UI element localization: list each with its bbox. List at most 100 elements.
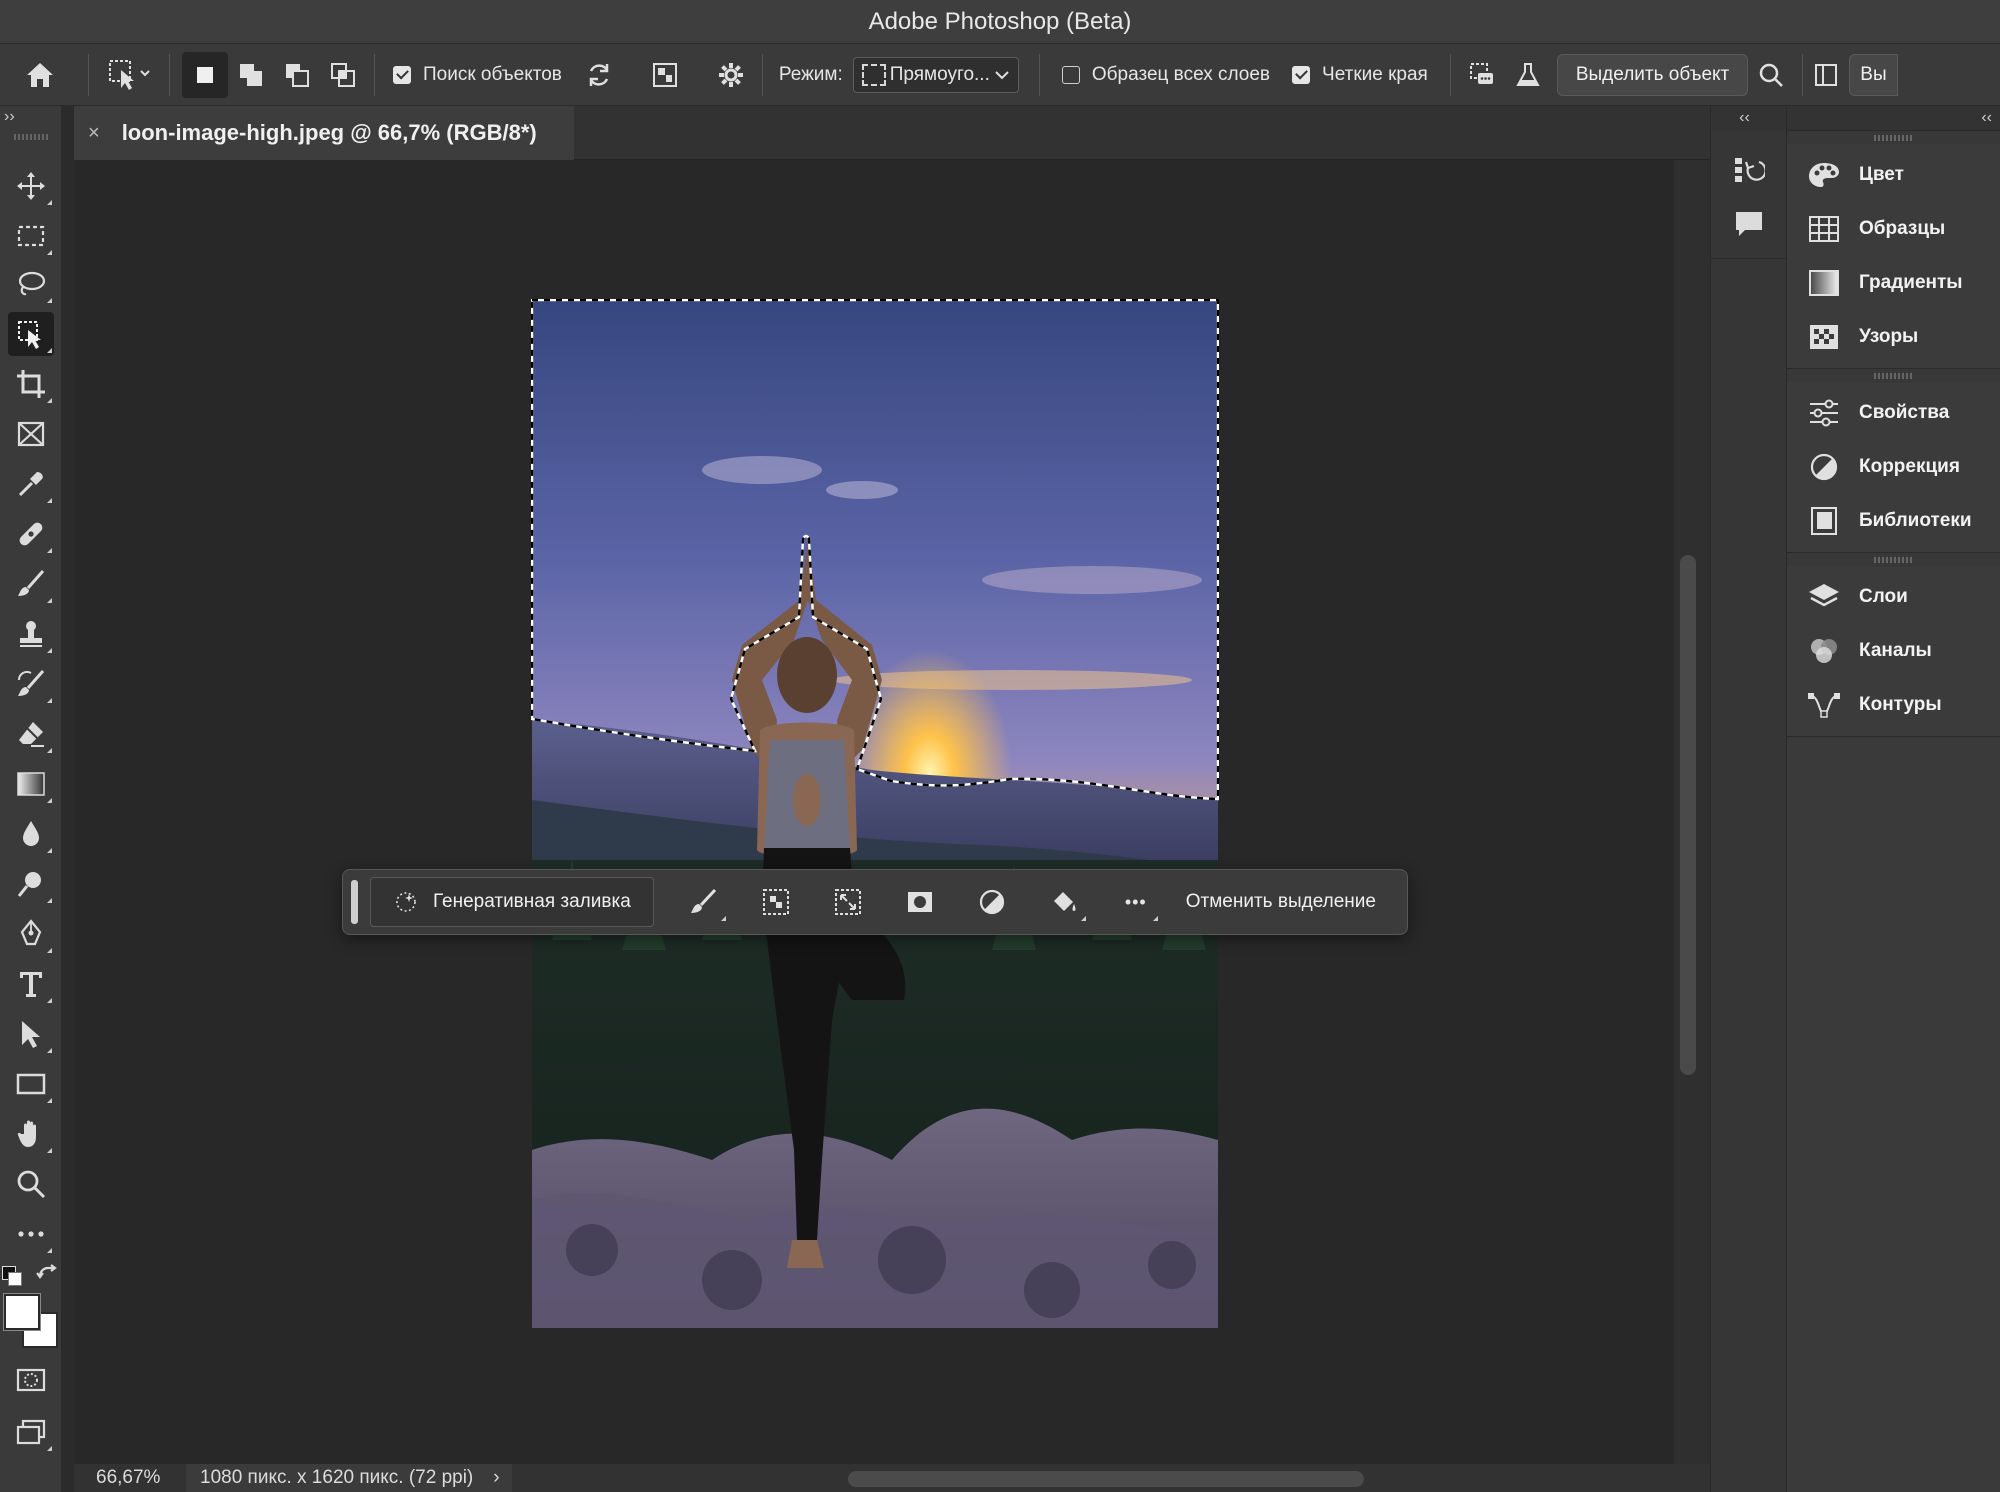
gradient-tool[interactable]	[8, 762, 54, 806]
feedback-button[interactable]	[1459, 52, 1505, 98]
history-brush-tool[interactable]	[8, 662, 54, 706]
separator	[1038, 53, 1040, 96]
adjustment-layer-button[interactable]	[956, 877, 1028, 927]
panel-item-gradients[interactable]: Градиенты	[1787, 258, 2000, 308]
beta-features-button[interactable]	[1505, 52, 1551, 98]
screen-mode-button[interactable]	[8, 1410, 54, 1454]
path-selection-tool[interactable]	[8, 1012, 54, 1056]
zoom-level-field[interactable]: 66,67%	[74, 1467, 186, 1489]
panel-item-paths[interactable]: Контуры	[1787, 680, 2000, 730]
expand-tools-icon[interactable]: ››	[4, 108, 15, 126]
modify-selection-button[interactable]	[668, 877, 740, 927]
palette-icon	[1809, 163, 1839, 187]
truncated-button[interactable]: Вы	[1849, 53, 1898, 96]
arrow-pointer-icon	[22, 1021, 40, 1048]
zoom-tool[interactable]	[8, 1162, 54, 1206]
lasso-tool[interactable]	[8, 262, 54, 306]
sample-all-layers-checkbox[interactable]: Образец всех слоев	[1048, 44, 1282, 105]
panel-item-color[interactable]: Цвет	[1787, 150, 2000, 200]
mode-control: Режим: Прямоуго...	[771, 44, 1019, 105]
panel-group-grip[interactable]	[1787, 552, 2000, 566]
edit-toolbar-button[interactable]	[8, 1212, 54, 1256]
adjustments-icon	[1810, 453, 1838, 481]
panel-item-adjustments[interactable]: Коррекция	[1787, 442, 2000, 492]
more-options-button[interactable]: •••	[1100, 877, 1172, 927]
frame-tool[interactable]	[8, 412, 54, 456]
pen-icon	[20, 919, 42, 946]
document-info-arrow-icon[interactable]: ›	[493, 1467, 499, 1489]
vertical-scrollbar-thumb[interactable]	[1680, 555, 1696, 1075]
intersect-selection-button[interactable]	[320, 52, 366, 98]
panel-group-grip[interactable]	[1787, 130, 2000, 144]
sample-all-layers-check-icon	[1061, 65, 1080, 84]
panel-icon-column: ‹‹	[1710, 106, 1787, 1492]
gear-icon	[718, 62, 743, 87]
healing-brush-tool[interactable]	[8, 512, 54, 556]
pen-tool[interactable]	[8, 912, 54, 956]
refresh-button[interactable]	[576, 52, 622, 98]
eraser-tool[interactable]	[8, 712, 54, 756]
panel-item-layers[interactable]: Слои	[1787, 572, 2000, 622]
foreground-color-swatch[interactable]	[4, 1294, 40, 1330]
document-info[interactable]: 1080 пикс. x 1620 пикс. (72 ppi) ›	[186, 1464, 512, 1492]
workspace-icon	[1815, 63, 1838, 86]
channels-icon	[1811, 639, 1837, 663]
show-all-objects-button[interactable]	[642, 52, 688, 98]
object-selection-tool[interactable]	[8, 312, 54, 356]
panel-grip[interactable]	[14, 134, 48, 140]
rectangle-tool[interactable]	[8, 1062, 54, 1106]
quick-mask-button[interactable]	[8, 1358, 54, 1402]
subject-search-label: Поиск объектов	[423, 63, 562, 85]
workspace-button[interactable]	[1811, 52, 1841, 98]
collapse-icons-button[interactable]: ‹‹	[1711, 106, 1786, 130]
settings-button[interactable]	[708, 52, 754, 98]
history-panel-button[interactable]	[1733, 154, 1767, 190]
options-bar: Поиск объектов Режим: Прямоуго... Образе…	[0, 44, 2000, 106]
transform-selection-button[interactable]	[812, 877, 884, 927]
document-image[interactable]	[532, 300, 1218, 1328]
panel-item-swatches[interactable]: Образцы	[1787, 204, 2000, 254]
panel-item-label: Слои	[1859, 586, 1908, 607]
invert-selection-button[interactable]	[740, 877, 812, 927]
clone-stamp-tool[interactable]	[8, 612, 54, 656]
collapse-panels-button[interactable]: ‹‹	[1787, 106, 2000, 130]
eyedropper-tool[interactable]	[8, 462, 54, 506]
create-mask-button[interactable]	[884, 877, 956, 927]
swap-colors-icon[interactable]	[36, 1264, 60, 1288]
panel-group-grip[interactable]	[1787, 368, 2000, 382]
crop-tool[interactable]	[8, 362, 54, 406]
panel-item-libraries[interactable]: Библиотеки	[1787, 496, 2000, 546]
comments-panel-button[interactable]	[1733, 208, 1765, 240]
default-colors-icon[interactable]	[2, 1266, 26, 1290]
add-to-selection-button[interactable]	[228, 52, 274, 98]
blur-tool[interactable]	[8, 812, 54, 856]
panel-item-properties[interactable]: Свойства	[1787, 388, 2000, 438]
document-tabs: × loon-image-high.jpeg @ 66,7% (RGB/8*)	[74, 106, 1710, 160]
panel-item-channels[interactable]: Каналы	[1787, 626, 2000, 676]
screen-mode-icon	[16, 1419, 46, 1445]
type-tool[interactable]	[8, 962, 54, 1006]
hand-tool[interactable]	[8, 1112, 54, 1156]
home-button[interactable]	[0, 44, 80, 105]
generative-fill-button[interactable]: Генеративная заливка	[370, 877, 654, 927]
subtract-from-selection-button[interactable]	[274, 52, 320, 98]
hard-edge-checkbox[interactable]: Четкие края	[1282, 44, 1442, 105]
rectangular-marquee-tool[interactable]	[8, 214, 54, 258]
mode-dropdown[interactable]: Прямоуго...	[852, 56, 1019, 93]
fill-selection-button[interactable]	[1028, 877, 1100, 927]
panel-item-patterns[interactable]: Узоры	[1787, 312, 2000, 362]
subject-search-checkbox[interactable]: Поиск объектов	[383, 44, 576, 105]
taskbar-drag-handle[interactable]	[351, 880, 358, 924]
search-button[interactable]	[1748, 52, 1794, 98]
select-subject-button[interactable]: Выделить объект	[1556, 53, 1749, 96]
deselect-button[interactable]: Отменить выделение	[1186, 891, 1376, 913]
panel-item-label: Контуры	[1859, 694, 1942, 715]
tool-preset-picker[interactable]	[97, 44, 161, 105]
new-selection-button[interactable]	[182, 51, 228, 98]
close-tab-icon[interactable]: ×	[88, 122, 100, 145]
dodge-tool[interactable]	[8, 862, 54, 906]
document-tab[interactable]: × loon-image-high.jpeg @ 66,7% (RGB/8*)	[74, 106, 574, 160]
brush-tool[interactable]	[8, 562, 54, 606]
horizontal-scrollbar-thumb[interactable]	[848, 1471, 1364, 1487]
move-tool[interactable]	[8, 164, 54, 208]
